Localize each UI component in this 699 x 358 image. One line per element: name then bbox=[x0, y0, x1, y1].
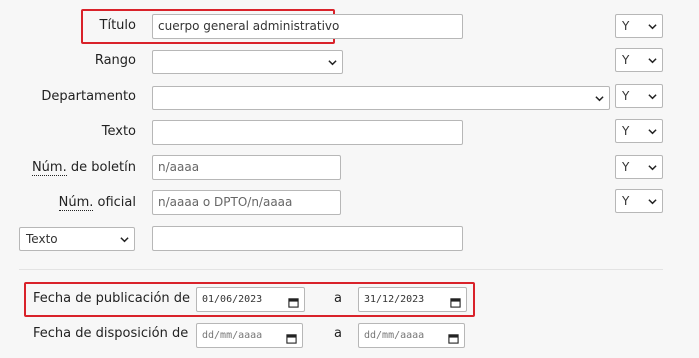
calendar-icon[interactable] bbox=[288, 294, 299, 317]
rango-operator-select[interactable]: Y bbox=[615, 48, 663, 72]
chevron-down-icon bbox=[648, 127, 657, 136]
fecha-disposicion-to-label: a bbox=[334, 326, 342, 341]
calendar-icon[interactable] bbox=[448, 330, 459, 353]
chevron-down-icon bbox=[648, 22, 657, 31]
texto-input[interactable] bbox=[152, 120, 463, 145]
oficial-operator-value: Y bbox=[622, 194, 630, 208]
boletin-label: Núm. de boletín bbox=[31, 160, 136, 176]
rango-label: Rango bbox=[94, 53, 136, 68]
oficial-operator-select[interactable]: Y bbox=[615, 189, 663, 213]
oficial-label-rest: oficial bbox=[93, 195, 137, 210]
fecha-disposicion-to-placeholder: dd/mm/aaaa bbox=[364, 330, 425, 341]
rango-select[interactable] bbox=[152, 50, 343, 74]
departamento-operator-value: Y bbox=[622, 89, 630, 103]
chevron-down-icon bbox=[648, 197, 657, 206]
fecha-publicacion-to-value: 31/12/2023 bbox=[364, 294, 425, 305]
fecha-disposicion-from-placeholder: dd/mm/aaaa bbox=[202, 330, 263, 341]
titulo-operator-select[interactable]: Y bbox=[615, 14, 663, 38]
fecha-disposicion-to-input[interactable]: dd/mm/aaaa bbox=[358, 323, 465, 348]
fecha-disposicion-from-input[interactable]: dd/mm/aaaa bbox=[196, 323, 303, 348]
fecha-publicacion-label: Fecha de publicación de bbox=[33, 291, 191, 306]
chevron-down-icon bbox=[328, 58, 337, 67]
chevron-down-icon bbox=[595, 94, 604, 103]
fecha-publicacion-from-value: 01/06/2023 bbox=[202, 294, 263, 305]
oficial-label: Núm. oficial bbox=[58, 195, 137, 211]
section-divider bbox=[19, 269, 663, 270]
boletin-operator-select[interactable]: Y bbox=[615, 155, 663, 179]
chevron-down-icon bbox=[648, 92, 657, 101]
extra-field-select-value: Texto bbox=[26, 232, 58, 246]
departamento-operator-select[interactable]: Y bbox=[615, 84, 663, 108]
extra-field-select[interactable]: Texto bbox=[19, 227, 135, 251]
boletin-label-rest: de boletín bbox=[66, 160, 136, 175]
fecha-publicacion-from-input[interactable]: 01/06/2023 bbox=[196, 287, 305, 312]
fecha-publicacion-to-label: a bbox=[334, 291, 342, 306]
texto-operator-value: Y bbox=[622, 124, 630, 138]
boletin-label-abbr: Núm. bbox=[31, 160, 67, 176]
chevron-down-icon bbox=[120, 235, 129, 244]
calendar-icon[interactable] bbox=[450, 294, 461, 317]
boletin-operator-value: Y bbox=[622, 160, 630, 174]
chevron-down-icon bbox=[648, 163, 657, 172]
rango-operator-value: Y bbox=[622, 53, 630, 67]
fecha-disposicion-label: Fecha de disposición de bbox=[33, 326, 189, 341]
oficial-label-abbr: Núm. bbox=[58, 195, 94, 211]
calendar-icon[interactable] bbox=[286, 330, 297, 353]
fecha-publicacion-to-input[interactable]: 31/12/2023 bbox=[358, 287, 467, 312]
oficial-input[interactable]: n/aaaa o DPTO/n/aaaa bbox=[152, 190, 341, 215]
titulo-operator-value: Y bbox=[622, 19, 630, 33]
extra-field-input[interactable] bbox=[152, 226, 463, 251]
texto-operator-select[interactable]: Y bbox=[615, 119, 663, 143]
departamento-label: Departamento bbox=[41, 89, 136, 104]
titulo-label: Título bbox=[99, 18, 136, 33]
texto-label: Texto bbox=[101, 124, 136, 139]
departamento-select[interactable] bbox=[152, 86, 610, 110]
chevron-down-icon bbox=[648, 56, 657, 65]
boletin-input[interactable]: n/aaaa bbox=[152, 155, 341, 180]
titulo-input[interactable]: cuerpo general administrativo bbox=[152, 14, 463, 39]
